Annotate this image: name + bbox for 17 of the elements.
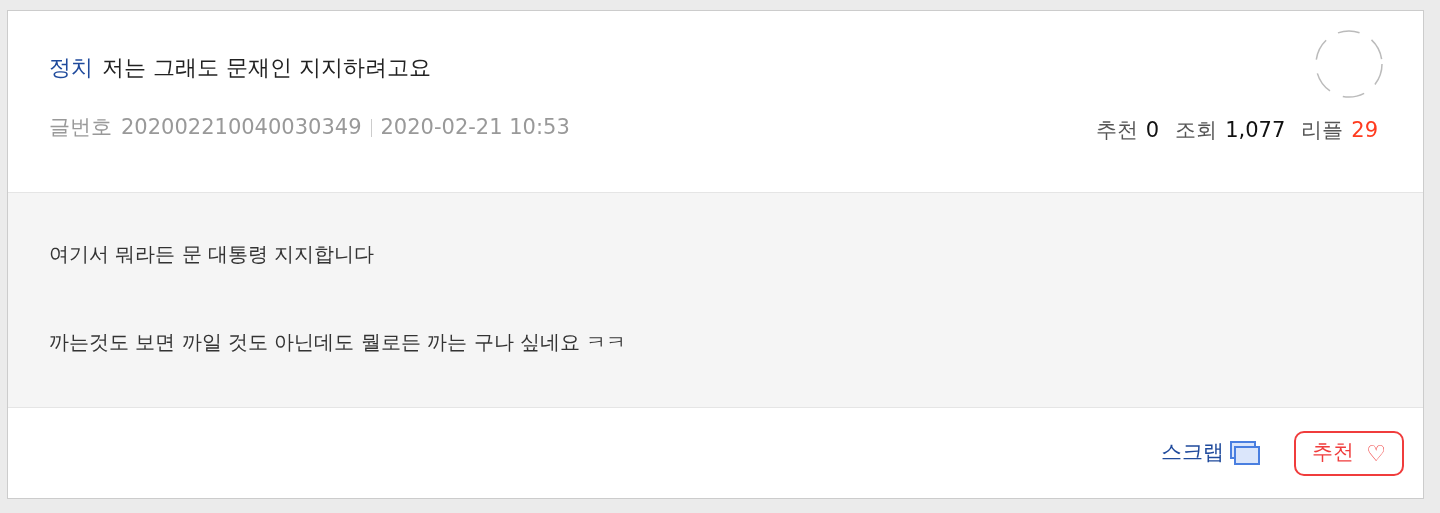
post-date: 2020-02-21 10:53 [380,114,570,141]
stat-label: 리플 [1301,117,1344,144]
stat-value: 0 [1145,117,1160,144]
avatar-icon [1314,29,1384,99]
stat-label: 조회 [1175,117,1218,144]
recommend-button[interactable]: 추천 ♡ [1294,430,1404,476]
post-number-label: 글번호 [49,114,112,141]
body-text: 까는것도 보면 까일 것도 아닌데도 뭘로든 까는 구나 싶네요 ㅋㅋ [49,329,628,356]
post-title: 저는 그래도 문재인 지지하려고요 [102,54,431,82]
stat-value: 29 [1351,117,1378,144]
windows-icon [1230,441,1261,465]
body-text: 여기서 뭐라든 문 대통령 지지합니다 [49,241,376,268]
post-number: 202002210040030349 [121,114,362,141]
category-link[interactable]: 정치 [49,51,93,84]
stat-label: 추천 [1095,117,1138,144]
stat-value: 1,077 [1225,117,1286,144]
scrap-button[interactable]: 스크랩 [1161,437,1261,469]
